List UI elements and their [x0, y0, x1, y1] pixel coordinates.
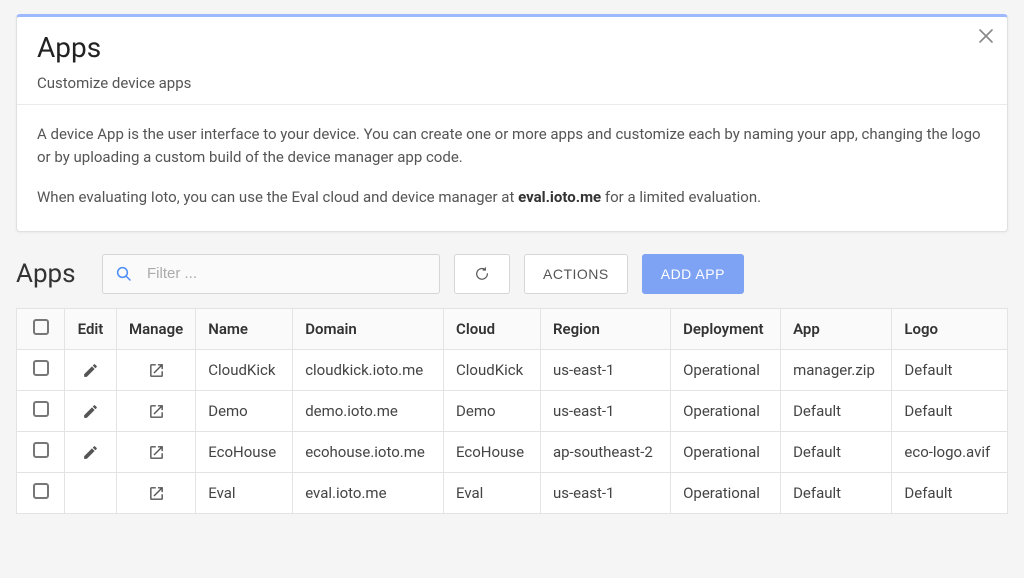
table-row: Evaleval.ioto.meEvalus-east-1Operational…	[17, 472, 1008, 513]
manage-cell[interactable]	[117, 472, 196, 513]
filter-box[interactable]	[102, 254, 440, 294]
cell-region: ap-southeast-2	[540, 431, 670, 472]
cell-domain: demo.ioto.me	[293, 390, 444, 431]
cell-deployment: Operational	[671, 431, 781, 472]
cell-app: Default	[781, 472, 892, 513]
manage-cell[interactable]	[117, 390, 196, 431]
close-button[interactable]	[979, 27, 993, 48]
cell-cloud: Demo	[444, 390, 541, 431]
refresh-icon	[474, 266, 490, 282]
card-paragraph-1: A device App is the user interface to yo…	[37, 123, 987, 170]
cell-cloud: Eval	[444, 472, 541, 513]
table-row: EcoHouseecohouse.ioto.meEcoHouseap-south…	[17, 431, 1008, 472]
launch-icon	[148, 360, 165, 378]
card-title: Apps	[37, 31, 987, 64]
header-app: App	[781, 308, 892, 349]
pencil-icon	[82, 401, 99, 419]
cell-name: Demo	[196, 390, 293, 431]
filter-input[interactable]	[147, 265, 427, 282]
cell-domain: ecohouse.ioto.me	[293, 431, 444, 472]
header-deployment: Deployment	[671, 308, 781, 349]
cell-deployment: Operational	[671, 390, 781, 431]
edit-cell[interactable]	[65, 431, 117, 472]
header-cloud: Cloud	[444, 308, 541, 349]
row-checkbox[interactable]	[33, 360, 49, 376]
row-checkbox[interactable]	[33, 483, 49, 499]
row-checkbox[interactable]	[33, 401, 49, 417]
cell-cloud: EcoHouse	[444, 431, 541, 472]
cell-region: us-east-1	[540, 390, 670, 431]
cell-logo: Default	[892, 349, 1008, 390]
actions-button[interactable]: ACTIONS	[524, 254, 628, 294]
cell-app: Default	[781, 390, 892, 431]
row-checkbox[interactable]	[33, 442, 49, 458]
header-edit: Edit	[65, 308, 117, 349]
card-header: Apps Customize device apps	[17, 17, 1007, 105]
launch-icon	[148, 401, 165, 419]
card-paragraph-2: When evaluating Ioto, you can use the Ev…	[37, 186, 987, 209]
cell-logo: eco-logo.avif	[892, 431, 1008, 472]
edit-cell[interactable]	[65, 390, 117, 431]
cell-domain: eval.ioto.me	[293, 472, 444, 513]
table-header-row: Edit Manage Name Domain Cloud Region Dep…	[17, 308, 1008, 349]
manage-cell[interactable]	[117, 431, 196, 472]
cell-logo: Default	[892, 472, 1008, 513]
section-title: Apps	[16, 259, 88, 289]
cell-name: Eval	[196, 472, 293, 513]
cell-name: CloudKick	[196, 349, 293, 390]
apps-table: Edit Manage Name Domain Cloud Region Dep…	[16, 308, 1008, 514]
close-icon	[979, 29, 993, 43]
cell-name: EcoHouse	[196, 431, 293, 472]
edit-cell[interactable]	[65, 349, 117, 390]
cell-app: manager.zip	[781, 349, 892, 390]
table-row: CloudKickcloudkick.ioto.meCloudKickus-ea…	[17, 349, 1008, 390]
manage-cell[interactable]	[117, 349, 196, 390]
launch-icon	[148, 483, 165, 501]
row-checkbox-cell	[17, 472, 65, 513]
info-card: Apps Customize device apps A device App …	[16, 14, 1008, 232]
header-region: Region	[540, 308, 670, 349]
table-row: Demodemo.ioto.meDemous-east-1Operational…	[17, 390, 1008, 431]
header-domain: Domain	[293, 308, 444, 349]
search-icon	[115, 265, 133, 283]
pencil-icon	[82, 360, 99, 378]
cell-deployment: Operational	[671, 472, 781, 513]
apps-section: Apps ACTIONS ADD APP Edit Manage Name Do…	[16, 254, 1008, 514]
add-app-button[interactable]: ADD APP	[642, 254, 744, 294]
cell-cloud: CloudKick	[444, 349, 541, 390]
edit-cell	[65, 472, 117, 513]
row-checkbox-cell	[17, 431, 65, 472]
select-all-checkbox[interactable]	[33, 319, 49, 335]
pencil-icon	[82, 442, 99, 460]
toolbar: Apps ACTIONS ADD APP	[16, 254, 1008, 294]
refresh-button[interactable]	[454, 254, 510, 294]
row-checkbox-cell	[17, 390, 65, 431]
header-manage: Manage	[117, 308, 196, 349]
cell-region: us-east-1	[540, 472, 670, 513]
cell-app: Default	[781, 431, 892, 472]
card-body: A device App is the user interface to yo…	[17, 105, 1007, 231]
row-checkbox-cell	[17, 349, 65, 390]
header-checkbox-cell	[17, 308, 65, 349]
cell-logo: Default	[892, 390, 1008, 431]
cell-deployment: Operational	[671, 349, 781, 390]
card-subtitle: Customize device apps	[37, 74, 987, 92]
launch-icon	[148, 442, 165, 460]
eval-domain-text: eval.ioto.me	[518, 188, 601, 206]
header-logo: Logo	[892, 308, 1008, 349]
header-name: Name	[196, 308, 293, 349]
cell-region: us-east-1	[540, 349, 670, 390]
cell-domain: cloudkick.ioto.me	[293, 349, 444, 390]
